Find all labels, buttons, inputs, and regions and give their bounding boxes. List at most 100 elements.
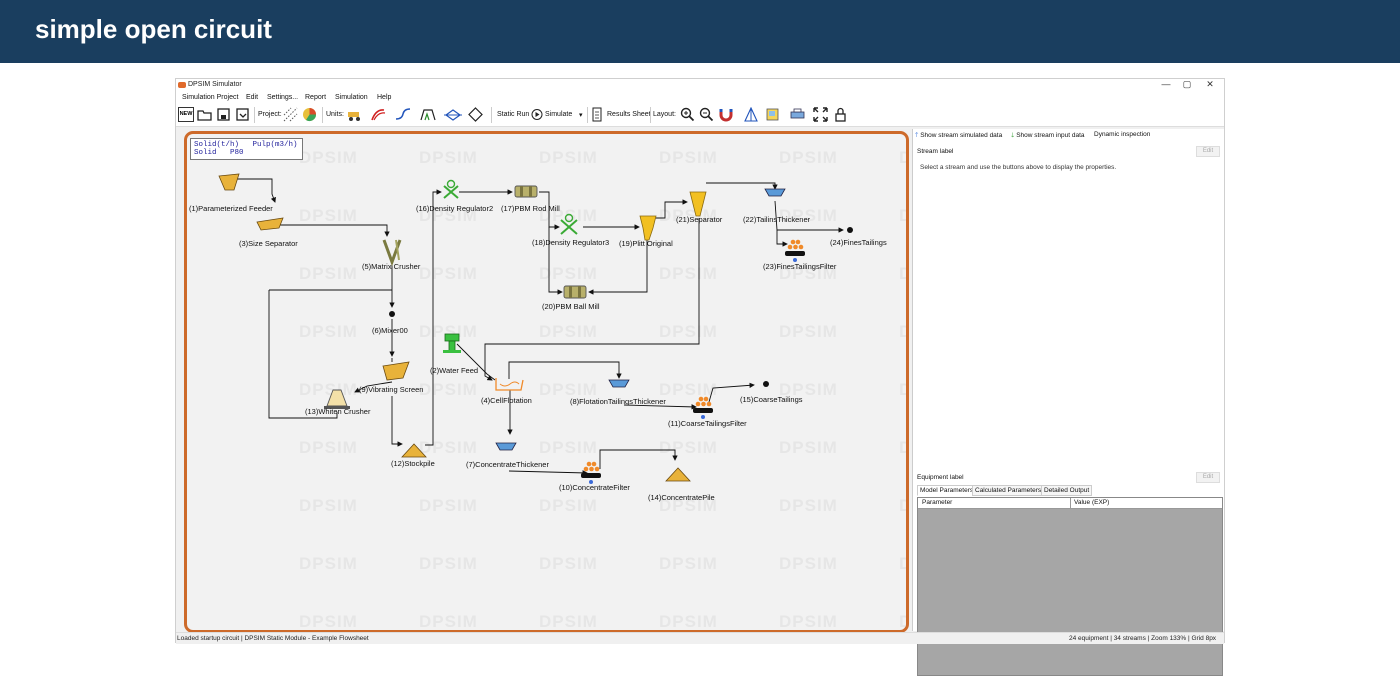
size-separator-icon[interactable] <box>256 217 284 231</box>
note-icon[interactable] <box>765 107 783 122</box>
unit-label[interactable]: (19)Plitt Original <box>619 239 673 248</box>
zoom-out-icon[interactable] <box>699 107 714 122</box>
matrix-crusher-icon[interactable] <box>382 239 402 267</box>
unit-label[interactable]: (20)PBM Ball Mill <box>542 302 600 311</box>
density-regulator3-icon[interactable] <box>560 213 578 235</box>
unit-label[interactable]: (10)ConcentrateFilter <box>559 483 630 492</box>
unit-label[interactable]: (2)Water Feed <box>430 366 478 375</box>
static-run-button[interactable]: Static Run <box>497 111 529 118</box>
zoom-in-icon[interactable] <box>680 107 695 122</box>
stream-line[interactable] <box>425 189 442 446</box>
fullscreen-icon[interactable] <box>813 107 828 122</box>
menu-simulation[interactable]: Simulation <box>335 94 368 101</box>
tailings-thickener-icon[interactable] <box>764 188 786 197</box>
menu-help[interactable]: Help <box>377 94 391 101</box>
equipment-edit-button[interactable]: Edit <box>1196 472 1220 483</box>
unit-label[interactable]: (12)Stockpile <box>391 459 435 468</box>
separator-icon[interactable] <box>689 191 707 217</box>
unit-label[interactable]: (7)ConcentrateThickener <box>466 460 549 469</box>
stream-line[interactable] <box>599 449 678 469</box>
unit-label[interactable]: (14)ConcentratePile <box>648 493 715 502</box>
pie-chart-icon[interactable] <box>302 107 317 122</box>
printer-icon[interactable] <box>789 107 807 122</box>
stream-line[interactable] <box>268 290 338 419</box>
coarse-tailings-icon[interactable] <box>763 381 769 387</box>
unit-label[interactable]: (22)TailinsThickener <box>743 215 810 224</box>
density-regulator2-icon[interactable] <box>443 179 459 199</box>
unit-label[interactable]: (16)Density Regulator2 <box>416 204 493 213</box>
minimize-button[interactable]: — <box>1158 79 1174 89</box>
stockpile-icon[interactable] <box>401 443 427 458</box>
show-input-data-button[interactable]: 🡓 Show stream input data <box>1011 131 1085 142</box>
unit-label[interactable]: (24)FinesTailings <box>830 238 887 247</box>
tab-detailed-output[interactable]: Detailed Output <box>1041 485 1093 496</box>
unit-label[interactable]: (13)Whiten Crusher <box>305 407 370 416</box>
flowsheet-canvas[interactable]: DPSIM DPSIM DPSIM DPSIM DPSIM DPSIM DPSIM DPSIM… <box>184 131 909 633</box>
unit-label[interactable]: (18)Density Regulator3 <box>532 238 609 247</box>
unit-label[interactable]: (1)Parameterized Feeder <box>189 204 273 213</box>
unit-label[interactable]: (8)FlotationTailingsThickener <box>570 397 666 406</box>
simulate-dropdown-icon[interactable]: ▾ <box>579 111 583 119</box>
stream-line[interactable] <box>237 178 276 203</box>
new-button[interactable]: NEW <box>178 107 194 122</box>
separator-icon[interactable] <box>443 107 463 122</box>
menu-simulation-project[interactable]: Simulation Project <box>182 94 238 101</box>
stream-line[interactable] <box>508 470 588 476</box>
truck-icon[interactable] <box>346 107 366 122</box>
vibrating-screen-icon[interactable] <box>382 361 410 381</box>
tab-calculated-parameters[interactable]: Calculated Parameters <box>972 485 1045 496</box>
unit-label[interactable]: (4)CellFlotation <box>481 396 532 405</box>
tab-model-parameters[interactable]: Model Parameters <box>917 485 977 496</box>
unit-label[interactable]: (17)PBM Rod Mill <box>501 204 560 213</box>
cell-flotation-icon[interactable] <box>495 378 524 391</box>
mixer-icon[interactable] <box>389 311 395 317</box>
unit-label[interactable]: (9)Vibrating Screen <box>359 385 423 394</box>
close-button[interactable]: ✕ <box>1202 79 1218 90</box>
unit-label[interactable]: (5)Matrix Crusher <box>362 262 420 271</box>
parameterized-feeder-icon[interactable] <box>218 173 240 191</box>
fines-tailings-icon[interactable] <box>847 227 853 233</box>
simulate-button[interactable]: Simulate <box>545 111 572 118</box>
stream-line[interactable] <box>508 361 622 379</box>
unit-label[interactable]: (6)Mixer00 <box>372 326 408 335</box>
show-simulated-data-button[interactable]: 🡑 Show stream simulated data <box>915 131 1002 142</box>
maximize-button[interactable]: ▢ <box>1179 79 1195 90</box>
curve-red-icon[interactable] <box>370 107 390 122</box>
plitt-original-icon[interactable] <box>639 215 657 241</box>
unit-label[interactable]: (3)Size Separator <box>239 239 298 248</box>
pbm-ball-mill-icon[interactable] <box>563 285 587 299</box>
magnet-icon[interactable] <box>718 107 736 122</box>
unit-label[interactable]: (11)CoarseTailingsFilter <box>668 419 747 428</box>
align-icon[interactable] <box>742 107 760 122</box>
stream-line[interactable] <box>776 230 788 247</box>
export-icon[interactable] <box>235 107 250 122</box>
concentrate-pile-icon[interactable] <box>665 467 691 482</box>
pbm-rod-mill-icon[interactable] <box>514 185 538 198</box>
column-header-value[interactable]: Value (EXP) <box>1074 499 1109 506</box>
stream-line[interactable] <box>279 224 390 237</box>
menu-report[interactable]: Report <box>305 94 326 101</box>
lock-icon[interactable] <box>833 107 848 122</box>
stream-line[interactable] <box>706 182 778 190</box>
stream-line[interactable] <box>391 396 403 447</box>
stream-line[interactable] <box>548 227 563 295</box>
open-folder-icon[interactable] <box>197 107 212 122</box>
flowsheet-grid-icon[interactable] <box>283 107 298 122</box>
concentrate-thickener-icon[interactable] <box>495 442 517 451</box>
unit-label[interactable]: (21)Separator <box>676 215 722 224</box>
fines-tailings-filter-icon[interactable] <box>785 239 805 262</box>
menu-settings[interactable]: Settings... <box>267 94 298 101</box>
unit-label[interactable]: (23)FinesTailingsFilter <box>763 262 836 271</box>
flotation-tailings-thickener-icon[interactable] <box>608 379 630 388</box>
parameter-table[interactable]: Parameter Value (EXP) <box>917 497 1223 676</box>
unit-label[interactable]: (15)CoarseTailings <box>740 395 803 404</box>
diamond-icon[interactable] <box>468 107 483 122</box>
stream-edit-button[interactable]: Edit <box>1196 146 1220 157</box>
menu-edit[interactable]: Edit <box>246 94 258 101</box>
save-icon[interactable] <box>216 107 231 122</box>
water-feed-icon[interactable] <box>443 333 461 353</box>
results-sheet-button[interactable]: Results Sheet <box>607 111 651 118</box>
curve-blue-icon[interactable] <box>394 107 414 122</box>
column-header-parameter[interactable]: Parameter <box>922 499 952 506</box>
distribution-icon[interactable] <box>419 107 439 122</box>
